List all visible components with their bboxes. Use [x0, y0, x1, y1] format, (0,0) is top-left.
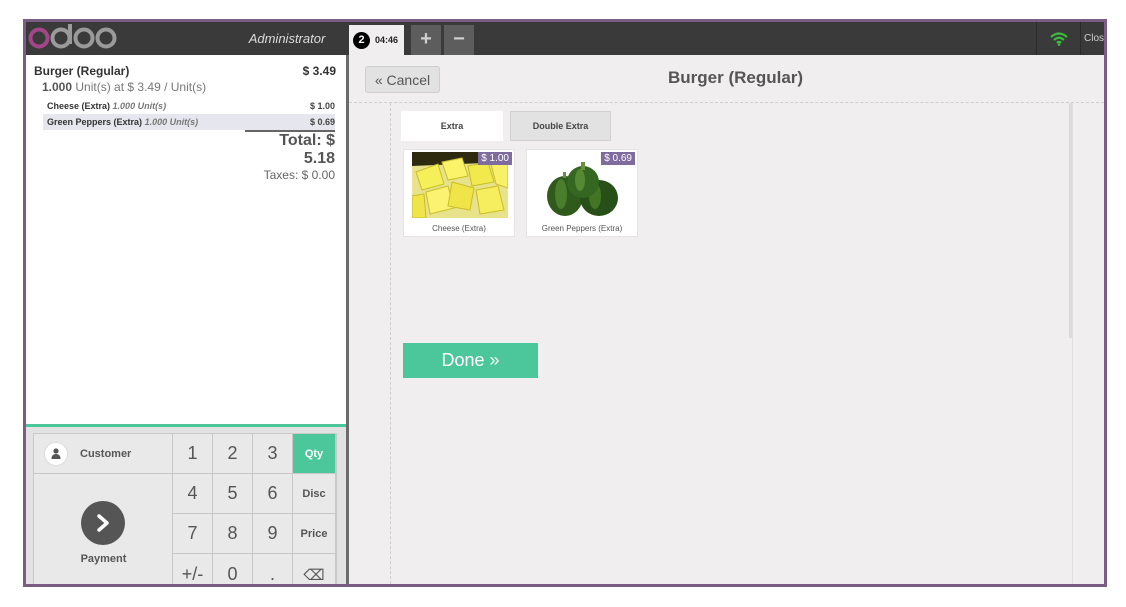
numpad-key-8[interactable]: 8 [213, 514, 253, 554]
mode-qty-button[interactable]: Qty [293, 434, 336, 474]
extra-info: 1.000 Unit(s) [144, 117, 199, 127]
screen-topbar: « Cancel Burger (Regular) [349, 55, 1104, 103]
product-name: Green Peppers (Extra) [541, 224, 623, 233]
tab-double-extra[interactable]: Double Extra [510, 111, 611, 141]
numpad-key-9[interactable]: 9 [253, 514, 293, 554]
order-summary: Total: $ 5.18 Taxes: $ 0.00 [245, 130, 335, 182]
order-line-extra[interactable]: Cheese (Extra) 1.000 Unit(s) $ 1.00 [43, 98, 335, 114]
extra-name: Cheese (Extra) [47, 101, 111, 111]
numpad-key-plus-minus[interactable]: +/- [173, 554, 213, 584]
product-card-green-peppers[interactable]: $ 0.69 Green Peppers (Extra) [526, 149, 638, 237]
cancel-button[interactable]: « Cancel [365, 66, 440, 93]
extra-name: Green Peppers (Extra) [47, 117, 143, 127]
numpad: Customer Payment 1 2 3 Qty 4 5 6 Disc 7 … [33, 433, 337, 584]
order-line-product-name: Burger (Regular) [34, 64, 130, 78]
numpad-key-4[interactable]: 4 [173, 474, 213, 514]
extra-price: $ 0.69 [309, 117, 335, 127]
extra-info: 1.000 Unit(s) [112, 101, 167, 111]
wifi-icon [1049, 31, 1068, 46]
odoo-logo [28, 24, 117, 49]
order-line-info: 1.000 Unit(s) at $ 3.49 / Unit(s) [42, 80, 206, 94]
content-border-left [390, 103, 391, 584]
chevron-right-icon [81, 501, 125, 545]
customer-label: Customer [80, 447, 132, 460]
extra-price: $ 1.00 [309, 101, 335, 111]
product-price-badge: $ 0.69 [601, 152, 635, 165]
new-order-button[interactable]: + [411, 25, 441, 55]
payment-button[interactable]: Payment [34, 474, 173, 584]
delete-order-button[interactable]: − [444, 25, 474, 55]
numpad-key-5[interactable]: 5 [213, 474, 253, 514]
connection-status[interactable] [1036, 22, 1081, 55]
order-tab[interactable]: 2 04:46 [349, 25, 404, 55]
order-line-price: $ 3.49 [302, 64, 336, 78]
order-taxes: Taxes: $ 0.00 [263, 168, 335, 182]
order-line-unit-info: Unit(s) at $ 3.49 / Unit(s) [75, 80, 207, 94]
product-screen: « Cancel Burger (Regular) Extra Double E… [349, 55, 1104, 584]
product-card-cheese[interactable]: $ 1.00 Cheese (Extra) [403, 149, 515, 237]
numpad-key-0[interactable]: 0 [213, 554, 253, 584]
close-button[interactable]: Clos [1084, 22, 1104, 55]
product-price-badge: $ 1.00 [478, 152, 512, 165]
content-border-right [1072, 103, 1073, 584]
done-button[interactable]: Done » [403, 343, 538, 378]
control-panel: Customer Payment 1 2 3 Qty 4 5 6 Disc 7 … [26, 424, 346, 584]
numpad-key-1[interactable]: 1 [173, 434, 213, 474]
payment-label: Payment [80, 553, 127, 565]
numpad-key-dot[interactable]: . [253, 554, 293, 584]
top-header: Administrator 2 04:46 + − Clos [26, 22, 1104, 55]
user-icon [44, 441, 68, 466]
order-number-badge: 2 [353, 31, 370, 49]
order-total: Total: $ 5.18 [279, 132, 335, 167]
pos-window: Administrator 2 04:46 + − Clos Burger (R… [23, 19, 1107, 587]
order-line-qty: 1.000 [42, 80, 73, 94]
mode-price-button[interactable]: Price [293, 514, 336, 554]
numpad-key-3[interactable]: 3 [253, 434, 293, 474]
mode-disc-button[interactable]: Disc [293, 474, 336, 514]
product-name: Cheese (Extra) [432, 224, 486, 233]
screen-title: Burger (Regular) [668, 68, 804, 87]
numpad-key-7[interactable]: 7 [173, 514, 213, 554]
order-time-label: 04:46 [375, 35, 399, 45]
numpad-key-6[interactable]: 6 [253, 474, 293, 514]
numpad-key-2[interactable]: 2 [213, 434, 253, 474]
customer-button[interactable]: Customer [34, 434, 173, 474]
order-line-extra-selected[interactable]: Green Peppers (Extra) 1.000 Unit(s) $ 0.… [43, 114, 335, 130]
username-label[interactable]: Administrator [226, 22, 348, 55]
backspace-icon[interactable]: ⌫ [293, 554, 336, 584]
tab-extra[interactable]: Extra [401, 111, 503, 141]
